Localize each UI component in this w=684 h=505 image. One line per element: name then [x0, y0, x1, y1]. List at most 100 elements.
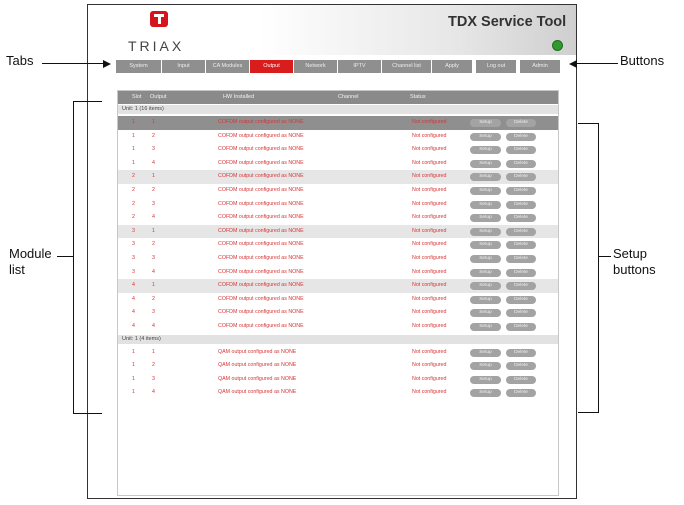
table-row[interactable]: 2 4 COFDM output configured as NONE Not con… — [118, 211, 558, 225]
setup-button[interactable]: Setup — [470, 389, 501, 398]
col-status[interactable]: Status — [410, 91, 426, 104]
cell-hw-installed: COFDM output configured as NONE — [218, 268, 304, 275]
annotation-module-list-2: list — [9, 262, 25, 277]
delete-button[interactable]: Delete — [506, 159, 536, 168]
cell-slot: 2 — [132, 200, 135, 207]
cell-hw-installed: QAM output configured as NONE — [218, 348, 297, 355]
delete-button[interactable]: Delete — [506, 255, 536, 263]
col-hw-installed[interactable]: HW Installed — [223, 91, 254, 104]
cell-slot: 4 — [132, 295, 135, 302]
setup-button[interactable]: Setup — [470, 348, 501, 357]
delete-button[interactable]: Delete — [506, 187, 536, 195]
delete-button[interactable]: Delete — [506, 132, 536, 141]
delete-button[interactable]: Delete — [506, 119, 536, 127]
logout-button[interactable]: Log out — [476, 60, 516, 73]
setup-button[interactable]: Setup — [470, 146, 501, 155]
delete-button[interactable]: Delete — [506, 323, 536, 331]
table-row[interactable]: 2 2 COFDM output configured as NONE Not con… — [118, 184, 558, 198]
setup-button[interactable]: Setup — [470, 173, 501, 182]
table-row[interactable]: 4 4 COFDM output configured as NONE Not con… — [118, 320, 558, 334]
cell-slot: 1 — [132, 348, 135, 355]
table-row[interactable]: 1 1 COFDM output configured as NONE Not con… — [118, 116, 558, 130]
cell-slot: 4 — [132, 282, 135, 289]
table-row[interactable]: 3 2 COFDM output configured as NONE Not con… — [118, 238, 558, 252]
delete-button[interactable]: Delete — [506, 389, 536, 398]
group-header[interactable]: Unit: 1 (4 items) — [118, 334, 558, 344]
setup-button[interactable]: Setup — [470, 132, 501, 141]
table-row[interactable]: 4 3 COFDM output configured as NONE Not con… — [118, 306, 558, 320]
delete-button[interactable]: Delete — [506, 282, 536, 291]
delete-button[interactable]: Delete — [506, 362, 536, 371]
table-row[interactable]: 3 3 COFDM output configured as NONE Not con… — [118, 252, 558, 266]
apply-button[interactable]: Apply — [432, 60, 472, 73]
col-channel[interactable]: Channel — [338, 91, 359, 104]
cell-slot: 2 — [132, 214, 135, 221]
table-row[interactable]: 3 1 COFDM output configured as NONE Not con… — [118, 224, 558, 239]
cell-output: 1 — [152, 282, 155, 289]
table-row[interactable]: 1 2 QAM output configured as NONE Not confi… — [118, 359, 558, 373]
cell-hw-installed: COFDM output configured as NONE — [218, 295, 304, 302]
delete-button[interactable]: Delete — [506, 348, 536, 357]
setup-button[interactable]: Setup — [470, 227, 501, 236]
setup-button[interactable]: Setup — [470, 241, 501, 250]
group-header[interactable]: Unit: 1 (16 items) — [118, 105, 558, 114]
setup-button[interactable]: Setup — [470, 159, 501, 168]
table-row[interactable]: 2 3 COFDM output configured as NONE Not con… — [118, 198, 558, 212]
table-row[interactable]: 2 1 COFDM output configured as NONE Not con… — [118, 170, 558, 184]
cell-status: Not configured — [412, 119, 447, 125]
table-row[interactable]: 4 2 COFDM output configured as NONE Not con… — [118, 293, 558, 307]
cell-hw-installed: COFDM output configured as NONE — [218, 159, 304, 166]
cell-hw-installed: COFDM output configured as NONE — [218, 227, 304, 234]
setup-button[interactable]: Setup — [470, 187, 501, 195]
setup-button[interactable]: Setup — [470, 214, 501, 223]
cell-hw-installed: COFDM output configured as NONE — [218, 241, 304, 248]
delete-button[interactable]: Delete — [506, 146, 536, 155]
table-row[interactable]: 1 1 QAM output configured as NONE Not confi… — [118, 346, 558, 360]
cell-slot: 4 — [132, 323, 135, 329]
setup-button[interactable]: Setup — [470, 268, 501, 277]
table-row[interactable]: 1 4 QAM output configured as NONE Not confi… — [118, 386, 558, 400]
delete-button[interactable]: Delete — [506, 375, 536, 384]
setup-button[interactable]: Setup — [470, 323, 501, 331]
setup-button[interactable]: Setup — [470, 362, 501, 371]
delete-button[interactable]: Delete — [506, 295, 536, 304]
cell-hw-installed: COFDM output configured as NONE — [218, 214, 304, 221]
table-row[interactable]: 1 3 COFDM output configured as NONE Not con… — [118, 143, 558, 157]
delete-button[interactable]: Delete — [506, 200, 536, 209]
tab-input[interactable]: Input — [162, 60, 205, 73]
delete-button[interactable]: Delete — [506, 227, 536, 236]
delete-button[interactable]: Delete — [506, 173, 536, 182]
delete-button[interactable]: Delete — [506, 214, 536, 223]
tab-channel-list[interactable]: Channel list — [382, 60, 431, 73]
setup-button[interactable]: Setup — [470, 282, 501, 291]
tab-ca-modules[interactable]: CA Modules — [206, 60, 249, 73]
cell-hw-installed: COFDM output configured as NONE — [218, 309, 304, 316]
admin-button[interactable]: Admin — [520, 60, 560, 73]
setup-button[interactable]: Setup — [470, 295, 501, 304]
table-row[interactable]: 1 4 COFDM output configured as NONE Not con… — [118, 157, 558, 171]
tab-iptv[interactable]: IPTV — [338, 60, 381, 73]
col-output[interactable]: Output — [150, 91, 167, 104]
setup-button[interactable]: Setup — [470, 119, 501, 127]
setup-button[interactable]: Setup — [470, 255, 501, 263]
delete-button[interactable]: Delete — [506, 268, 536, 277]
table-row[interactable]: 4 1 COFDM output configured as NONE Not con… — [118, 279, 558, 293]
table-row[interactable]: 1 3 QAM output configured as NONE Not confi… — [118, 373, 558, 387]
tab-network[interactable]: Network — [294, 60, 337, 73]
bracket-line — [57, 256, 73, 257]
setup-button[interactable]: Setup — [470, 375, 501, 384]
annotation-setup-buttons-1: Setup — [613, 246, 647, 261]
tab-system[interactable]: System — [116, 60, 161, 73]
toolbar-buttons: Apply Log out Admin — [432, 60, 560, 73]
tab-output[interactable]: Output — [250, 60, 293, 73]
bracket-line — [73, 101, 74, 414]
cell-slot: 1 — [132, 146, 135, 153]
delete-button[interactable]: Delete — [506, 241, 536, 250]
col-slot[interactable]: Slot — [132, 91, 141, 104]
delete-button[interactable]: Delete — [506, 309, 536, 318]
table-row[interactable]: 3 4 COFDM output configured as NONE Not con… — [118, 266, 558, 280]
setup-button[interactable]: Setup — [470, 309, 501, 318]
cell-status: Not configured — [412, 200, 447, 207]
table-row[interactable]: 1 2 COFDM output configured as NONE Not con… — [118, 130, 558, 144]
setup-button[interactable]: Setup — [470, 200, 501, 209]
